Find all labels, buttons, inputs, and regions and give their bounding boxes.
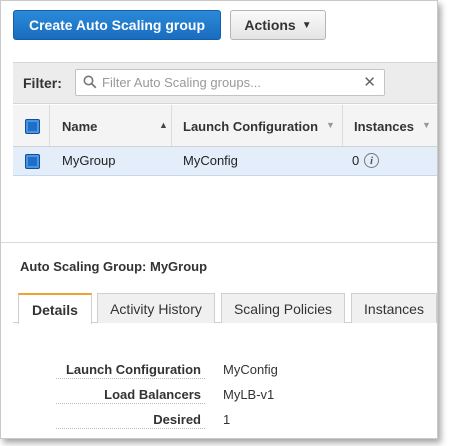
select-all-checkbox[interactable] xyxy=(25,119,40,134)
filter-bar: Filter: Filter Auto Scaling groups... ✕ xyxy=(13,62,437,104)
tab-details[interactable]: Details xyxy=(18,293,92,324)
sort-icon[interactable]: ▼ xyxy=(326,120,335,130)
cell-instances: 0 xyxy=(352,153,360,168)
cell-name: MyGroup xyxy=(62,153,116,168)
tab-scaling-policies[interactable]: Scaling Policies xyxy=(221,293,345,323)
detail-key-load-balancers: Load Balancers xyxy=(1,387,205,407)
panel-divider xyxy=(1,242,437,243)
table-header: Name ▲ Launch Configuration ▼ Instances … xyxy=(13,105,437,147)
sort-icon[interactable]: ▼ xyxy=(422,120,431,130)
info-icon[interactable]: i xyxy=(364,153,379,168)
detail-value-desired: 1 xyxy=(223,412,231,427)
column-header-instances[interactable]: Instances xyxy=(354,119,414,134)
row-select-checkbox[interactable] xyxy=(25,154,40,169)
tab-label: Scaling Policies xyxy=(233,300,333,317)
table-row[interactable]: MyGroup MyConfig 0 i xyxy=(13,147,437,176)
actions-dropdown-button[interactable]: Actions ▼ xyxy=(230,10,326,40)
dotted-leader xyxy=(56,403,205,404)
detail-key-desired: Desired xyxy=(1,412,205,432)
column-header-launch-configuration[interactable]: Launch Configuration xyxy=(183,119,318,134)
create-auto-scaling-group-button[interactable]: Create Auto Scaling group xyxy=(13,10,221,40)
details-title: Auto Scaling Group: MyGroup xyxy=(20,259,208,274)
tab-label: Details xyxy=(32,301,78,318)
chevron-down-icon: ▼ xyxy=(301,19,312,31)
search-icon xyxy=(83,75,97,92)
dotted-leader xyxy=(56,428,205,429)
cell-launch-configuration: MyConfig xyxy=(183,153,238,168)
create-button-label: Create Auto Scaling group xyxy=(28,17,206,33)
detail-key-launch-configuration: Launch Configuration xyxy=(1,362,205,382)
tab-label: Instances xyxy=(364,300,424,317)
detail-value-launch-configuration: MyConfig xyxy=(223,362,278,377)
column-header-name[interactable]: Name xyxy=(62,119,97,134)
column-divider xyxy=(342,105,343,146)
tab-activity-history[interactable]: Activity History xyxy=(97,293,215,323)
dotted-leader xyxy=(56,378,205,379)
tab-instances[interactable]: Instances xyxy=(351,293,437,323)
console-panel: Create Auto Scaling group Actions ▼ Filt… xyxy=(0,0,438,439)
sort-ascending-icon[interactable]: ▲ xyxy=(159,120,168,130)
detail-value-load-balancers: MyLB-v1 xyxy=(223,387,275,402)
tab-label: Activity History xyxy=(110,300,202,317)
filter-search-input[interactable]: Filter Auto Scaling groups... ✕ xyxy=(75,69,385,96)
column-divider xyxy=(171,105,172,146)
column-divider xyxy=(49,105,50,146)
filter-label: Filter: xyxy=(23,75,62,91)
actions-button-label: Actions xyxy=(244,17,296,33)
clear-icon[interactable]: ✕ xyxy=(363,73,376,91)
filter-placeholder: Filter Auto Scaling groups... xyxy=(102,75,261,90)
